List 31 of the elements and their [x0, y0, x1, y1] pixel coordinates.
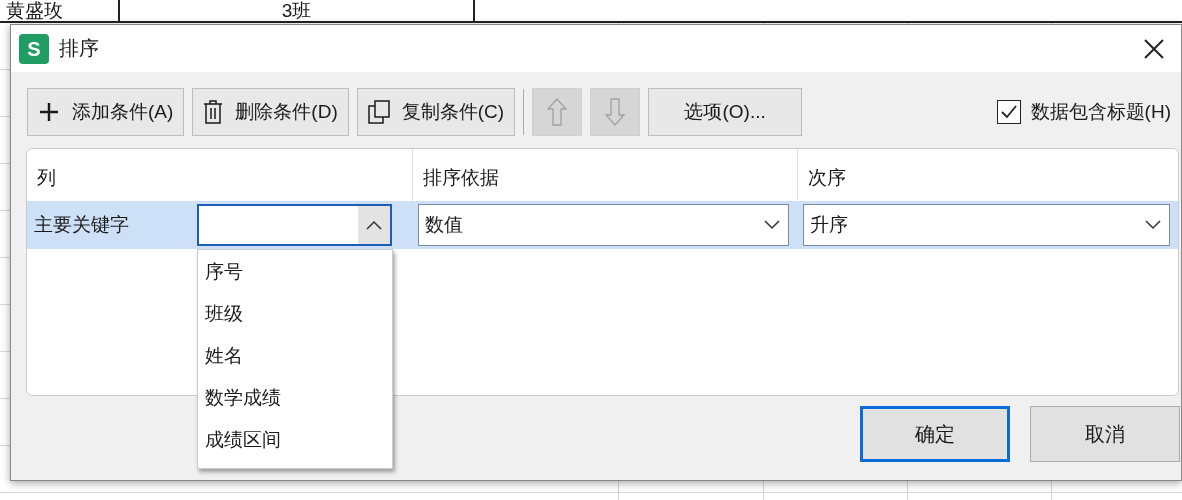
options-button[interactable]: 选项(O)... [648, 88, 803, 136]
add-condition-button[interactable]: 添加条件(A) [27, 88, 185, 136]
condition-row[interactable]: 主要关键字 数值 升序 [27, 201, 1178, 249]
cancel-button[interactable]: 取消 [1030, 406, 1180, 462]
dropdown-option[interactable]: 成绩区间 [198, 422, 392, 454]
caret-down-icon [1145, 220, 1161, 230]
dropdown-option[interactable]: 序号 [198, 254, 392, 286]
ok-button[interactable]: 确定 [860, 406, 1010, 462]
checkbox[interactable] [996, 100, 1021, 124]
trash-icon [203, 100, 224, 124]
down-arrow-icon [605, 98, 626, 126]
dropdown-option[interactable]: 姓名 [198, 338, 392, 370]
table-cell: 黄盛玫 [6, 0, 63, 21]
copy-icon [367, 100, 390, 124]
copy-condition-button[interactable]: 复制条件(C) [356, 88, 516, 136]
caret-down-icon [764, 220, 780, 230]
dropdown-option[interactable]: 数学成绩 [198, 380, 392, 412]
dropdown-option[interactable]: 班级 [198, 296, 392, 328]
order-dropdown[interactable]: 升序 [803, 204, 1170, 246]
row-label: 主要关键字 [33, 213, 130, 237]
plus-icon [38, 101, 60, 123]
up-arrow-icon [547, 98, 568, 126]
caret-up-icon [366, 220, 382, 230]
table-cell: 3班 [281, 0, 312, 21]
column-header: 列 [36, 166, 57, 190]
window-title: 排序 [59, 36, 100, 61]
column-dropdown[interactable] [197, 204, 392, 246]
sort-basis-dropdown[interactable]: 数值 [418, 204, 789, 246]
delete-condition-button[interactable]: 删除条件(D) [192, 88, 349, 136]
checkbox-label: 数据包含标题(H) [1030, 100, 1171, 124]
app-logo-icon: S [19, 33, 49, 64]
